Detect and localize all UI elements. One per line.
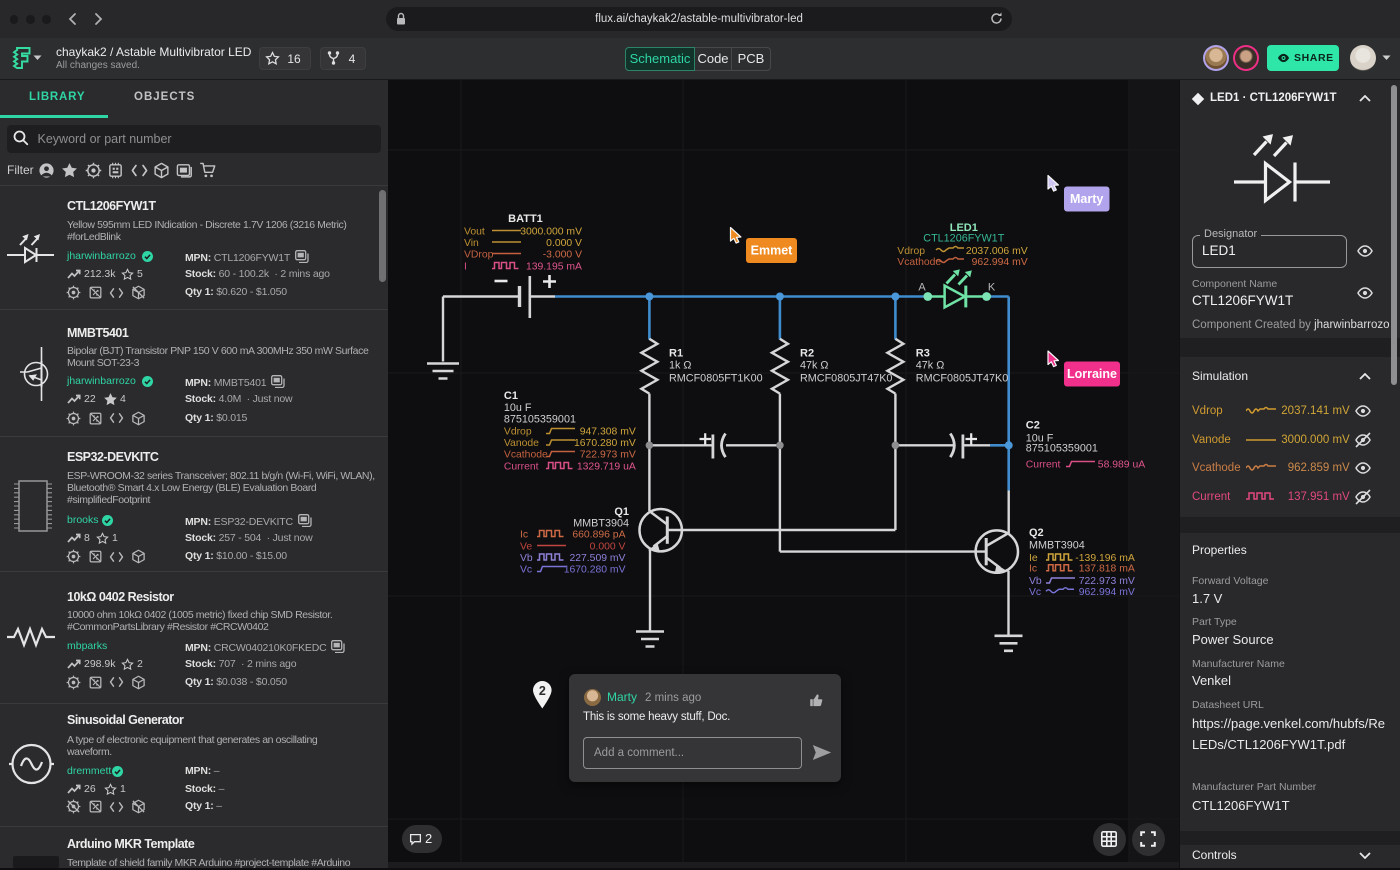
svg-text:R3: R3 bbox=[916, 347, 930, 359]
svg-text:Q1: Q1 bbox=[614, 506, 629, 518]
svg-text:Ve: Ve bbox=[520, 541, 532, 552]
svg-text:Vb: Vb bbox=[1029, 576, 1042, 587]
svg-text:Vanode: Vanode bbox=[504, 438, 539, 449]
svg-text:10u F: 10u F bbox=[504, 402, 532, 414]
svg-text:962.994 mV: 962.994 mV bbox=[972, 257, 1028, 268]
svg-text:VDrop: VDrop bbox=[464, 249, 494, 260]
svg-text:Vcathode: Vcathode bbox=[504, 449, 548, 460]
svg-text:Vb: Vb bbox=[520, 553, 533, 564]
svg-text:RMCF0805JT47K0: RMCF0805JT47K0 bbox=[800, 372, 892, 384]
svg-text:MMBT3904: MMBT3904 bbox=[1029, 539, 1085, 551]
svg-text:Lorraine: Lorraine bbox=[1067, 367, 1117, 381]
svg-text:Emmet: Emmet bbox=[751, 244, 794, 258]
svg-text:58.989 uA: 58.989 uA bbox=[1098, 459, 1145, 470]
svg-text:Vout: Vout bbox=[464, 226, 485, 237]
svg-text:0.000 V: 0.000 V bbox=[546, 238, 582, 249]
svg-text:K: K bbox=[988, 281, 996, 293]
svg-text:Vc: Vc bbox=[1029, 587, 1041, 598]
svg-text:1670.280 mV: 1670.280 mV bbox=[574, 438, 636, 449]
svg-text:RMCF0805JT47K0: RMCF0805JT47K0 bbox=[916, 372, 1008, 384]
svg-text:R1: R1 bbox=[669, 347, 683, 359]
svg-text:3000.000 mV: 3000.000 mV bbox=[520, 226, 582, 237]
svg-text:-3.000 V: -3.000 V bbox=[543, 249, 582, 260]
svg-text:947.308 mV: 947.308 mV bbox=[580, 426, 636, 437]
svg-text:Vin: Vin bbox=[464, 238, 479, 249]
svg-text:CTL1206FYW1T: CTL1206FYW1T bbox=[923, 232, 1004, 244]
svg-text:Current: Current bbox=[504, 461, 539, 472]
svg-text:2037.006 mV: 2037.006 mV bbox=[966, 246, 1028, 257]
svg-text:C2: C2 bbox=[1026, 419, 1040, 431]
svg-text:Q2: Q2 bbox=[1029, 527, 1044, 539]
svg-text:RMCF0805FT1K00: RMCF0805FT1K00 bbox=[669, 372, 763, 384]
svg-text:Current: Current bbox=[1026, 459, 1061, 470]
svg-text:2: 2 bbox=[539, 684, 546, 698]
svg-text:C1: C1 bbox=[504, 390, 518, 402]
svg-text:Ic: Ic bbox=[520, 529, 528, 540]
svg-text:139.195 mA: 139.195 mA bbox=[526, 261, 582, 272]
svg-text:1329.719 uA: 1329.719 uA bbox=[577, 461, 636, 472]
svg-text:137.818 mA: 137.818 mA bbox=[1079, 564, 1135, 575]
svg-text:MMBT3904: MMBT3904 bbox=[573, 517, 629, 529]
svg-text:47k Ω: 47k Ω bbox=[800, 359, 828, 371]
svg-text:0.000 V: 0.000 V bbox=[590, 541, 626, 552]
svg-text:875105359001: 875105359001 bbox=[504, 413, 576, 425]
svg-text:R2: R2 bbox=[800, 347, 814, 359]
svg-text:Marty: Marty bbox=[1070, 192, 1103, 206]
svg-text:722.973 mV: 722.973 mV bbox=[1079, 576, 1135, 587]
svg-text:Vdrop: Vdrop bbox=[504, 426, 532, 437]
svg-text:227.509 mV: 227.509 mV bbox=[569, 553, 625, 564]
svg-text:Vc: Vc bbox=[520, 564, 532, 575]
svg-text:660.896 pA: 660.896 pA bbox=[572, 529, 625, 540]
svg-text:Ie: Ie bbox=[1029, 553, 1038, 564]
svg-text:875105359001: 875105359001 bbox=[1026, 442, 1098, 454]
svg-text:A: A bbox=[918, 281, 926, 293]
svg-text:1670.280 mV: 1670.280 mV bbox=[564, 564, 626, 575]
svg-text:Vdrop: Vdrop bbox=[897, 246, 925, 257]
svg-text:722.973 mV: 722.973 mV bbox=[580, 449, 636, 460]
svg-text:962.994 mV: 962.994 mV bbox=[1079, 587, 1135, 598]
svg-text:1k Ω: 1k Ω bbox=[669, 359, 691, 371]
svg-text:47k Ω: 47k Ω bbox=[916, 359, 944, 371]
svg-text:-139.196 mA: -139.196 mA bbox=[1075, 553, 1135, 564]
svg-text:Vcathode: Vcathode bbox=[897, 257, 941, 268]
svg-text:Ic: Ic bbox=[1029, 564, 1037, 575]
svg-text:I: I bbox=[464, 261, 467, 272]
svg-text:BATT1: BATT1 bbox=[508, 213, 543, 225]
